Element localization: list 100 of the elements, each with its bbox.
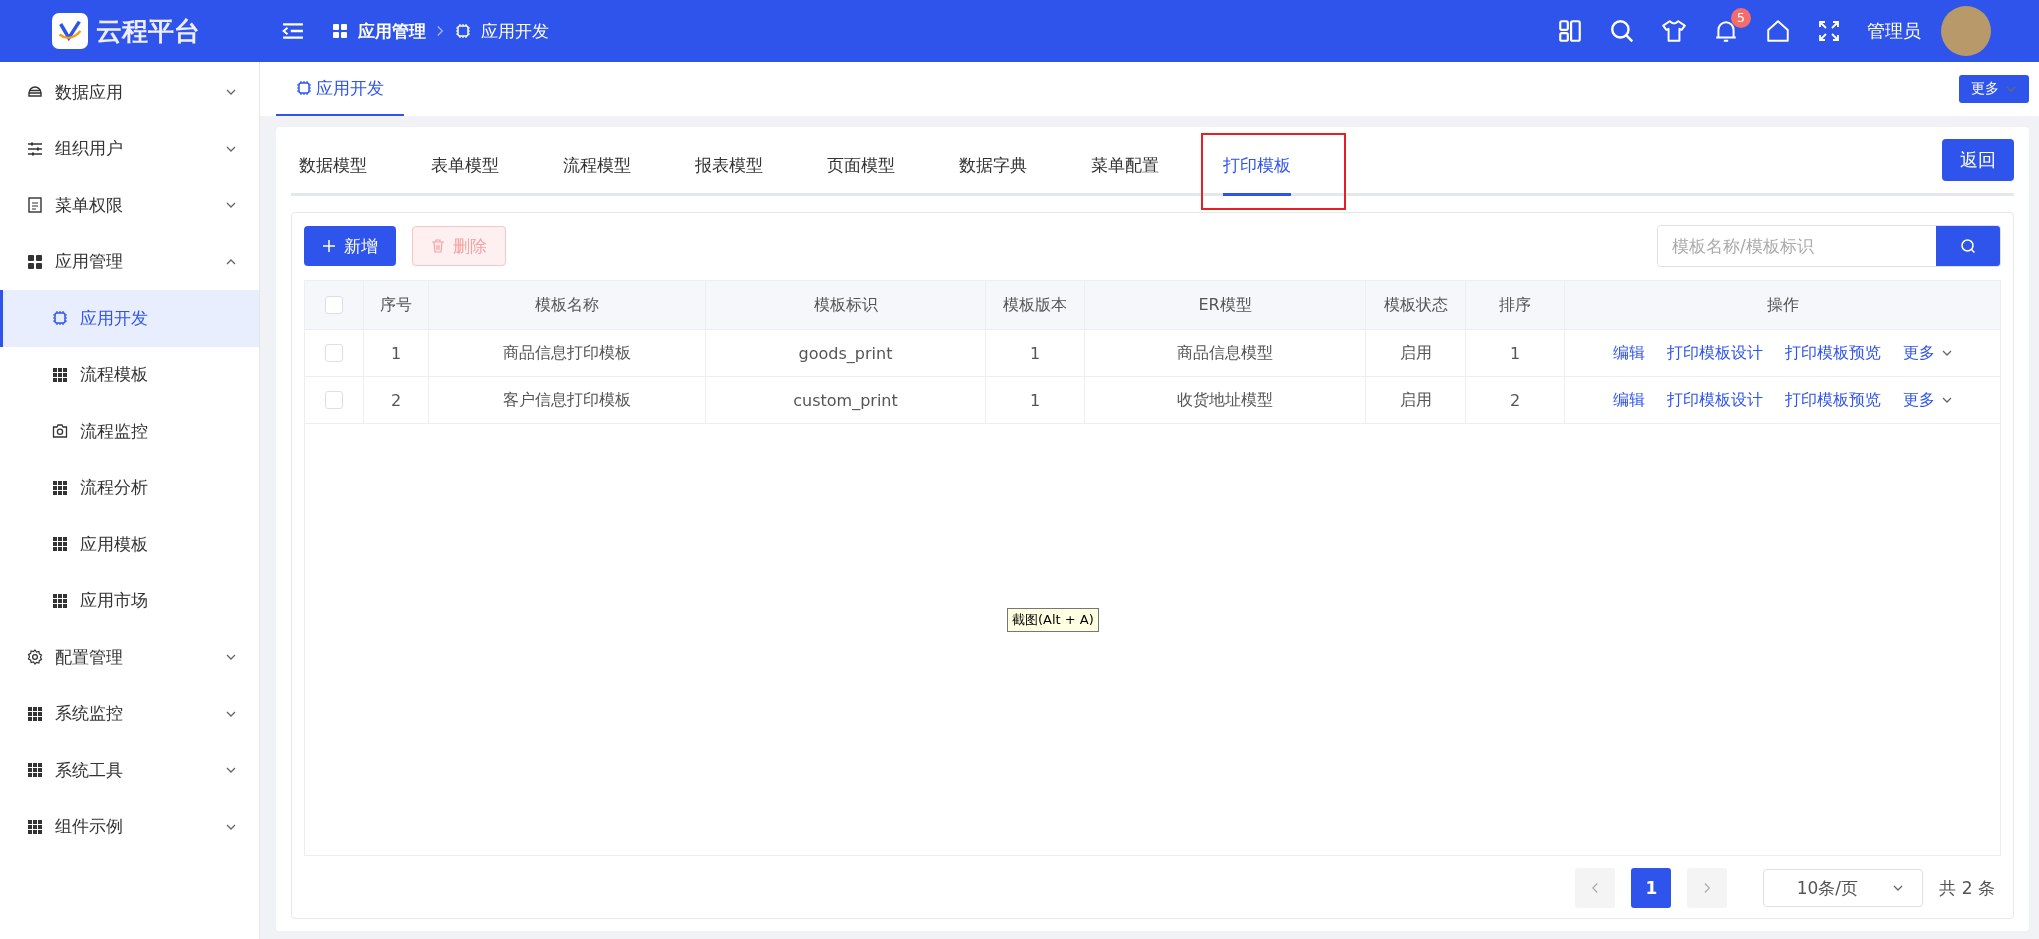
- table-cell: 客户信息打印模板: [429, 377, 706, 423]
- sidebar-subitem[interactable]: 流程分析: [0, 459, 259, 516]
- trash-icon: [431, 239, 445, 253]
- grid-icon: [27, 762, 43, 779]
- column-header: ER模型: [1085, 281, 1366, 329]
- user-name[interactable]: 管理员: [1867, 19, 1921, 43]
- logo-icon: [52, 13, 88, 49]
- module-tab[interactable]: 报表模型: [695, 137, 763, 193]
- sidebar-item[interactable]: 配置管理: [0, 629, 259, 686]
- sidebar-item[interactable]: 数据应用: [0, 64, 259, 121]
- table-cell: goods_print: [706, 330, 986, 376]
- shirt-icon[interactable]: [1661, 18, 1687, 44]
- camera-icon: [52, 423, 68, 440]
- logo-text: 云程平台: [96, 14, 200, 48]
- table-cell: 启用: [1366, 377, 1466, 423]
- grid-icon: [27, 818, 43, 835]
- table-cell: 商品信息打印模板: [429, 330, 706, 376]
- search-button[interactable]: [1936, 226, 2000, 266]
- home-icon[interactable]: [1765, 18, 1791, 44]
- table-cell: 1: [1466, 330, 1565, 376]
- column-header: 模板名称: [429, 281, 706, 329]
- action-link[interactable]: 打印模板设计: [1666, 342, 1763, 364]
- table-cell: 1: [986, 377, 1085, 423]
- column-header: 序号: [364, 281, 429, 329]
- grid-icon: [27, 253, 43, 270]
- sliders-icon: [27, 140, 43, 157]
- sidebar-subitem[interactable]: 应用模板: [0, 516, 259, 573]
- column-header: 排序: [1466, 281, 1565, 329]
- module-tab[interactable]: 菜单配置: [1091, 137, 1159, 193]
- grid-icon: [27, 705, 43, 722]
- module-tab[interactable]: 表单模型: [431, 137, 499, 193]
- sidebar-item[interactable]: 系统工具: [0, 742, 259, 799]
- action-link[interactable]: 打印模板设计: [1666, 389, 1763, 411]
- action-link[interactable]: 编辑: [1612, 342, 1645, 364]
- breadcrumb-item: 应用开发: [481, 19, 549, 43]
- sidebar-item[interactable]: 组织用户: [0, 120, 259, 177]
- table-cell: 收货地址模型: [1085, 377, 1366, 423]
- column-header: 操作: [1765, 293, 1800, 316]
- module-tab[interactable]: 打印模板: [1223, 137, 1291, 193]
- chip-icon: [455, 23, 471, 39]
- gear-icon: [27, 649, 43, 666]
- page-button[interactable]: 1: [1631, 868, 1672, 908]
- document-icon: [27, 197, 43, 214]
- table-cell: 启用: [1366, 330, 1466, 376]
- table-cell: 商品信息模型: [1085, 330, 1366, 376]
- sidebar-item[interactable]: 菜单权限: [0, 177, 259, 234]
- search-icon[interactable]: [1609, 18, 1635, 44]
- sidebar-item[interactable]: 组件示例: [0, 798, 259, 855]
- sidebar-subitem[interactable]: 流程模板: [0, 346, 259, 403]
- plus-icon: [322, 239, 336, 253]
- sidebar-item[interactable]: 系统监控: [0, 685, 259, 742]
- grid-icon: [52, 592, 68, 609]
- notification-badge: 5: [1731, 8, 1751, 28]
- table-cell: 1: [364, 330, 429, 376]
- action-link[interactable]: 编辑: [1612, 389, 1645, 411]
- table-cell: 1: [986, 330, 1085, 376]
- chevron-left-icon: [1590, 882, 1600, 894]
- search-field[interactable]: 模板名称/模板标识: [1657, 225, 2001, 267]
- table-cell: 2: [364, 377, 429, 423]
- column-header: 模板状态: [1366, 281, 1466, 329]
- module-tab[interactable]: 数据字典: [959, 137, 1027, 193]
- chip-icon: [296, 80, 312, 96]
- sidebar-item[interactable]: 应用管理: [0, 233, 259, 290]
- sidebar-subitem[interactable]: 应用开发: [0, 290, 259, 347]
- total-count: 共 2 条: [1939, 876, 1996, 900]
- select-all-checkbox[interactable]: [325, 296, 343, 314]
- table-cell: 2: [1466, 377, 1565, 423]
- fullscreen-icon[interactable]: [1817, 19, 1841, 43]
- grid-icon: [52, 366, 68, 383]
- module-tab[interactable]: 流程模型: [563, 137, 631, 193]
- grid-icon: [52, 536, 68, 553]
- table-cell: custom_print: [706, 377, 986, 423]
- breadcrumb-separator-icon: [436, 25, 445, 37]
- chevron-right-icon: [1702, 882, 1712, 894]
- grid-icon: [52, 479, 68, 496]
- sidebar-subitem[interactable]: 流程监控: [0, 403, 259, 460]
- module-tab[interactable]: 页面模型: [827, 137, 895, 193]
- row-checkbox[interactable]: [325, 344, 343, 362]
- page-size-select[interactable]: 10条/页: [1763, 869, 1924, 907]
- action-link[interactable]: 更多: [1902, 389, 1953, 411]
- chip-icon: [52, 310, 68, 327]
- breadcrumb-item[interactable]: 应用管理: [358, 19, 426, 43]
- column-header: 模板版本: [986, 281, 1085, 329]
- bell-icon[interactable]: [1713, 18, 1739, 44]
- column-header: 模板标识: [706, 281, 986, 329]
- row-checkbox[interactable]: [325, 391, 343, 409]
- tooltip: 截图(Alt + A): [1007, 608, 1099, 632]
- action-link[interactable]: 打印模板预览: [1784, 342, 1881, 364]
- back-button[interactable]: 返回: [1942, 139, 2014, 181]
- add-button[interactable]: 新增: [304, 226, 396, 266]
- action-link[interactable]: 更多: [1902, 342, 1953, 364]
- action-link[interactable]: 打印模板预览: [1784, 389, 1881, 411]
- menu-collapse-icon[interactable]: [282, 22, 304, 40]
- more-button[interactable]: 更多: [1959, 75, 2029, 103]
- grid-icon: [332, 23, 348, 39]
- module-tab[interactable]: 数据模型: [299, 137, 367, 193]
- layout-icon[interactable]: [1557, 18, 1583, 44]
- search-icon: [1960, 238, 1976, 254]
- sidebar-subitem[interactable]: 应用市场: [0, 572, 259, 629]
- page-tab[interactable]: 应用开发: [276, 62, 404, 116]
